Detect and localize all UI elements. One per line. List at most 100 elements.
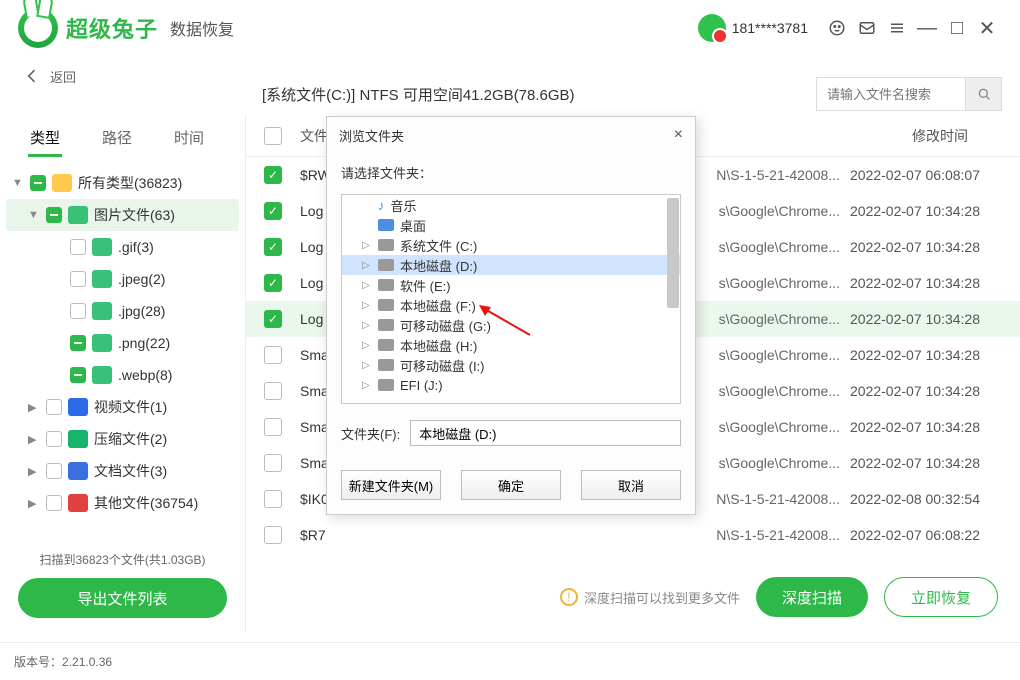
- bunny-icon: [18, 8, 58, 48]
- cancel-button[interactable]: 取消: [581, 470, 681, 500]
- tree-doc-files[interactable]: ▶文档文件(3): [6, 455, 239, 487]
- scan-summary: 扫描到36823个文件(共1.03GB): [0, 547, 245, 578]
- folder-label: 音乐: [391, 196, 417, 215]
- sidebar: 类型 路径 时间 ▼所有类型(36823) ▼图片文件(63) .gif(3) …: [0, 115, 246, 632]
- user-phone: 181****3781: [732, 20, 808, 36]
- tree-all-types[interactable]: ▼所有类型(36823): [6, 167, 239, 199]
- row-checkbox[interactable]: [264, 310, 282, 328]
- deep-scan-button[interactable]: 深度扫描: [756, 577, 868, 617]
- select-all-checkbox[interactable]: [264, 127, 282, 145]
- version-value: 2.21.0.36: [62, 655, 112, 669]
- row-checkbox[interactable]: [264, 346, 282, 364]
- table-row[interactable]: $R7 N\S-1-5-21-42008... 2022-02-07 06:08…: [246, 517, 1020, 553]
- tab-time[interactable]: 时间: [172, 121, 206, 157]
- tree-archive-files[interactable]: ▶压缩文件(2): [6, 423, 239, 455]
- file-mtime: 2022-02-07 06:08:07: [850, 167, 1020, 183]
- maximize-button[interactable]: □: [946, 17, 968, 39]
- file-mtime: 2022-02-08 00:32:54: [850, 491, 1020, 507]
- drive-icon: [378, 359, 394, 371]
- file-name: $R7: [300, 527, 380, 543]
- folder-label: EFI (J:): [400, 378, 443, 393]
- filter-tabs: 类型 路径 时间: [0, 115, 245, 157]
- close-button[interactable]: ✕: [976, 17, 998, 39]
- file-mtime: 2022-02-07 10:34:28: [850, 419, 1020, 435]
- help-icon[interactable]: [826, 17, 848, 39]
- drive-icon: [378, 259, 394, 271]
- folder-label: 可移动磁盘 (I:): [400, 356, 485, 375]
- dialog-titlebar[interactable]: 浏览文件夹 ×: [327, 117, 695, 153]
- file-mtime: 2022-02-07 10:34:28: [850, 275, 1020, 291]
- drive-icon: [378, 339, 394, 351]
- menu-icon[interactable]: [886, 17, 908, 39]
- feedback-icon[interactable]: [856, 17, 878, 39]
- folder-node[interactable]: ▷EFI (J:): [342, 375, 680, 395]
- tree-jpg[interactable]: .jpg(28): [6, 295, 239, 327]
- drive-icon: [378, 379, 394, 391]
- deep-scan-tip: ! 深度扫描可以找到更多文件: [560, 588, 740, 607]
- row-checkbox[interactable]: [264, 202, 282, 220]
- row-checkbox[interactable]: [264, 382, 282, 400]
- folder-label: 系统文件 (C:): [400, 236, 477, 255]
- file-mtime: 2022-02-07 10:34:28: [850, 203, 1020, 219]
- file-path: N\S-1-5-21-42008...: [380, 527, 850, 543]
- folder-node[interactable]: ▷软件 (E:): [342, 275, 680, 295]
- row-checkbox[interactable]: [264, 238, 282, 256]
- recover-button[interactable]: 立即恢复: [884, 577, 998, 617]
- dialog-prompt: 请选择文件夹：: [341, 163, 681, 182]
- search-button[interactable]: [966, 77, 1002, 111]
- new-folder-button[interactable]: 新建文件夹(M): [341, 470, 441, 500]
- row-checkbox[interactable]: [264, 274, 282, 292]
- type-tree: ▼所有类型(36823) ▼图片文件(63) .gif(3) .jpeg(2) …: [0, 157, 245, 547]
- folder-field-input[interactable]: [410, 420, 681, 446]
- folder-node[interactable]: ▷可移动磁盘 (I:): [342, 355, 680, 375]
- action-bar: ! 深度扫描可以找到更多文件 深度扫描 立即恢复: [246, 562, 1020, 632]
- user-avatar-icon[interactable]: [698, 14, 726, 42]
- export-button[interactable]: 导出文件列表: [18, 578, 227, 618]
- dialog-close-button[interactable]: ×: [674, 126, 683, 144]
- file-mtime: 2022-02-07 10:34:28: [850, 455, 1020, 471]
- folder-label: 桌面: [400, 216, 426, 235]
- dialog-title: 浏览文件夹: [339, 126, 404, 145]
- file-mtime: 2022-02-07 06:08:22: [850, 527, 1020, 543]
- tree-other-files[interactable]: ▶其他文件(36754): [6, 487, 239, 519]
- row-checkbox[interactable]: [264, 166, 282, 184]
- folder-label: 本地磁盘 (H:): [400, 336, 477, 355]
- tree-image-files[interactable]: ▼图片文件(63): [6, 199, 239, 231]
- file-mtime: 2022-02-07 10:34:28: [850, 311, 1020, 327]
- drive-icon: [378, 239, 394, 251]
- tab-path[interactable]: 路径: [100, 121, 134, 157]
- tree-png[interactable]: .png(22): [6, 327, 239, 359]
- folder-node[interactable]: ♪ 音乐: [342, 195, 680, 215]
- folder-label: 本地磁盘 (D:): [400, 256, 477, 275]
- annotation-arrow-icon: [475, 300, 535, 340]
- tab-type[interactable]: 类型: [28, 121, 62, 157]
- minimize-button[interactable]: —: [916, 17, 938, 39]
- row-checkbox[interactable]: [264, 454, 282, 472]
- folder-label: 本地磁盘 (F:): [400, 296, 476, 315]
- row-checkbox[interactable]: [264, 418, 282, 436]
- titlebar: 超级兔子 数据恢复 181****3781 — □ ✕: [0, 0, 1020, 56]
- back-label: 返回: [50, 67, 76, 86]
- folder-tree[interactable]: ♪音乐桌面▷系统文件 (C:)▷本地磁盘 (D:)▷软件 (E:)▷本地磁盘 (…: [341, 194, 681, 404]
- folder-tree-scrollbar[interactable]: [667, 198, 679, 308]
- ok-button[interactable]: 确定: [461, 470, 561, 500]
- folder-node[interactable]: 桌面: [342, 215, 680, 235]
- folder-label: 软件 (E:): [400, 276, 451, 295]
- folder-node[interactable]: ▷系统文件 (C:): [342, 235, 680, 255]
- row-checkbox[interactable]: [264, 526, 282, 544]
- row-checkbox[interactable]: [264, 490, 282, 508]
- folder-node[interactable]: ▷本地磁盘 (D:): [342, 255, 680, 275]
- tree-jpeg[interactable]: .jpeg(2): [6, 263, 239, 295]
- drive-icon: [378, 319, 394, 331]
- drive-icon: [378, 299, 394, 311]
- version-label: 版本号：: [14, 653, 62, 670]
- tree-video-files[interactable]: ▶视频文件(1): [6, 391, 239, 423]
- tree-webp[interactable]: .webp(8): [6, 359, 239, 391]
- file-mtime: 2022-02-07 10:34:28: [850, 239, 1020, 255]
- music-icon: ♪: [378, 198, 385, 213]
- search-input[interactable]: [816, 77, 966, 111]
- statusbar: 版本号： 2.21.0.36: [0, 642, 1020, 680]
- tree-gif[interactable]: .gif(3): [6, 231, 239, 263]
- app-subtitle: 数据恢复: [170, 16, 234, 40]
- col-time[interactable]: 修改时间: [860, 126, 1020, 146]
